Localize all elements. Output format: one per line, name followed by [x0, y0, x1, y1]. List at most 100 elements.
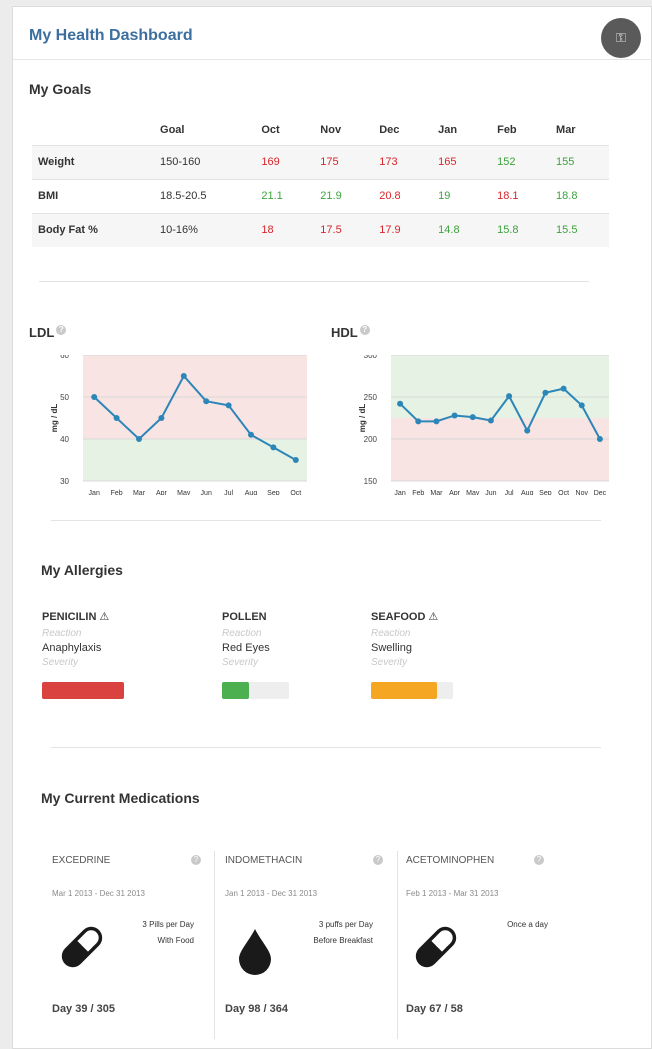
- dosage-line: Before Breakfast: [313, 936, 373, 945]
- medication-dosage: Once a day: [458, 917, 548, 933]
- info-icon[interactable]: ?: [359, 325, 370, 335]
- x-tick-label: Jul: [224, 490, 233, 495]
- goal-value: 175: [314, 144, 374, 179]
- warning-icon: ⚠: [99, 611, 110, 623]
- data-point[interactable]: [487, 417, 494, 424]
- goals-header-row: Goal Oct Nov Dec Jan Feb Mar: [32, 115, 609, 145]
- data-point[interactable]: [578, 402, 585, 409]
- data-point[interactable]: [506, 393, 513, 400]
- y-tick-label: 150: [364, 477, 378, 486]
- info-icon[interactable]: ?: [191, 855, 201, 865]
- data-point[interactable]: [397, 400, 404, 407]
- goal-value: 17.9: [373, 212, 433, 247]
- drop-icon: [239, 929, 271, 975]
- y-tick-label: 200: [364, 435, 378, 444]
- ldl-chart: 30 40 50 60 mg / dL Jan Feb Mar Apr May Jun Jul Aug S…: [50, 355, 307, 495]
- data-point[interactable]: [203, 398, 210, 405]
- medication-dates: Feb 1 2013 - Mar 31 2013: [406, 889, 499, 898]
- info-icon[interactable]: ?: [373, 855, 383, 865]
- x-tick-label: Aug: [245, 490, 258, 495]
- y-tick-label: 50: [60, 393, 69, 402]
- info-icon[interactable]: ?: [56, 325, 67, 335]
- severity-fill: [222, 682, 249, 699]
- info-icon[interactable]: ?: [534, 855, 544, 865]
- dosage-line: With Food: [157, 936, 194, 945]
- key-icon[interactable]: ⚿: [601, 18, 641, 58]
- goals-row: Body Fat % 10-16% 18 17.5 17.9 14.8 15.8 15.5: [32, 212, 609, 247]
- dosage-line: Once a day: [507, 920, 548, 929]
- data-point[interactable]: [136, 436, 142, 442]
- x-tick-label: Mar: [133, 490, 146, 495]
- data-point[interactable]: [451, 412, 458, 419]
- x-tick-label: Feb: [412, 490, 424, 495]
- allergy-name: PENICILIN: [42, 611, 97, 623]
- goals-col-header: Oct: [261, 123, 280, 136]
- data-point[interactable]: [596, 436, 603, 442]
- x-tick-label: Jul: [505, 490, 514, 495]
- goals-col-header: Mar: [556, 123, 576, 136]
- goals-col-header: Nov: [320, 123, 342, 136]
- data-point[interactable]: [225, 402, 232, 409]
- x-tick-label: Oct: [290, 490, 301, 495]
- goal-value: 14.8: [432, 212, 492, 247]
- data-point[interactable]: [469, 414, 476, 421]
- data-point[interactable]: [542, 389, 549, 396]
- goal-value: 18: [255, 212, 315, 247]
- data-point[interactable]: [433, 418, 440, 425]
- x-tick-label: Feb: [111, 490, 123, 495]
- goals-col-header: Dec: [379, 123, 400, 136]
- allergy-name: POLLEN: [222, 611, 267, 623]
- medication-dates: Jan 1 2013 - Dec 31 2013: [225, 889, 318, 898]
- goal-value: 21.1: [255, 178, 315, 213]
- data-point[interactable]: [270, 444, 277, 451]
- severity-bar: [371, 682, 453, 699]
- medications-heading: My Current Medications: [41, 790, 200, 806]
- data-point[interactable]: [292, 457, 299, 463]
- data-point[interactable]: [248, 431, 254, 438]
- medication-name: ACETOMINOPHEN: [406, 855, 495, 866]
- medication-divider: [214, 851, 215, 1039]
- medication-divider: [397, 851, 398, 1039]
- y-tick-label: 40: [60, 435, 69, 444]
- allergy-name-row: PENICILIN ⚠: [42, 607, 172, 625]
- x-tick-label: Mar: [430, 490, 443, 495]
- goal-value: 169: [255, 144, 315, 179]
- goal-metric-label: BMI: [32, 178, 155, 213]
- goal-value: 155: [550, 144, 609, 179]
- dosage-line: 3 puffs per Day: [318, 920, 373, 929]
- data-point[interactable]: [524, 427, 531, 434]
- medication-name: INDOMETHACIN: [225, 855, 303, 866]
- goal-value: 19: [432, 178, 492, 213]
- severity-label: Severity: [222, 657, 259, 668]
- goal-range: 150-160: [154, 144, 256, 179]
- data-point[interactable]: [560, 385, 567, 392]
- x-tick-label: Apr: [449, 490, 461, 495]
- medication-day-count: Day 67 / 58: [406, 1003, 463, 1015]
- severity-bar: [222, 682, 289, 699]
- allergies-heading: My Allergies: [41, 562, 123, 578]
- goal-value: 18.8: [550, 178, 609, 213]
- goals-col-header: Jan: [438, 123, 458, 136]
- data-point[interactable]: [91, 394, 98, 400]
- y-tick-label: 300: [364, 355, 378, 360]
- goal-value: 21.9: [314, 178, 374, 213]
- severity-fill: [42, 682, 124, 699]
- reaction-label: Reaction: [371, 628, 411, 639]
- data-point[interactable]: [180, 373, 187, 379]
- x-tick-label: May: [466, 490, 480, 495]
- data-point[interactable]: [113, 415, 120, 421]
- y-axis-label: mg / dL: [358, 404, 367, 433]
- y-tick-label: 30: [60, 477, 69, 486]
- allergy-reaction: Swelling: [371, 642, 412, 654]
- data-point[interactable]: [415, 418, 422, 425]
- data-point[interactable]: [158, 415, 165, 421]
- x-tick-label: Jan: [89, 490, 100, 495]
- hdl-title-text: HDL: [331, 325, 358, 340]
- goals-col-header: Feb: [497, 123, 517, 136]
- medication-name: EXCEDRINE: [52, 855, 111, 866]
- reaction-label: Reaction: [222, 628, 262, 639]
- x-tick-label: Apr: [156, 490, 168, 495]
- goals-heading: My Goals: [29, 81, 92, 97]
- ldl-chart-title: LDL?: [29, 325, 67, 340]
- reaction-label: Reaction: [42, 628, 82, 639]
